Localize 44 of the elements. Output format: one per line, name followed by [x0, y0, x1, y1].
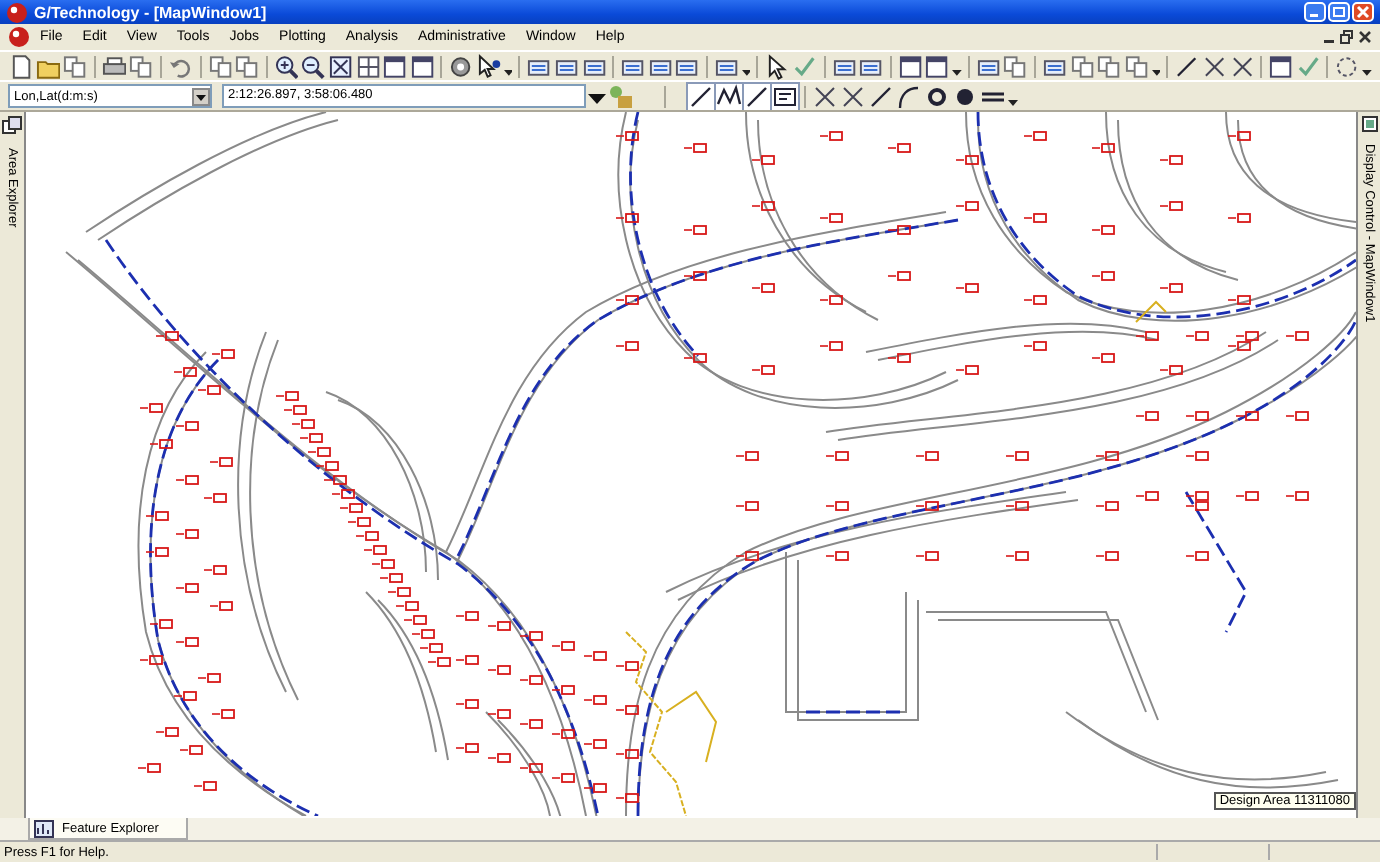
- pointer-icon[interactable]: [475, 53, 502, 79]
- window-icon[interactable]: [1268, 53, 1294, 79]
- dot-icon[interactable]: [952, 83, 978, 109]
- app-logo-icon: [6, 1, 28, 23]
- line-icon[interactable]: [688, 83, 714, 109]
- grid-icon[interactable]: [355, 53, 381, 79]
- window-icon[interactable]: [924, 53, 951, 79]
- minimize-icon[interactable]: [1304, 2, 1326, 22]
- zoom-out-icon[interactable]: [300, 53, 326, 79]
- line-icon[interactable]: [744, 83, 770, 109]
- polyline-icon[interactable]: [716, 83, 742, 109]
- window-icon[interactable]: [382, 53, 408, 79]
- window-title: G/Technology - [MapWindow1]: [34, 3, 267, 21]
- dashed-circle-icon[interactable]: [1334, 53, 1360, 79]
- text-box-icon[interactable]: [772, 83, 798, 109]
- copy-icon[interactable]: [62, 53, 88, 79]
- copy-icon[interactable]: [128, 53, 155, 79]
- close-icon[interactable]: [1358, 30, 1372, 44]
- cross-icon[interactable]: [812, 83, 838, 109]
- copy-icon[interactable]: [1069, 53, 1095, 79]
- line-icon[interactable]: [1174, 53, 1200, 79]
- copy-icon[interactable]: [1123, 53, 1149, 79]
- copy-icon[interactable]: [234, 53, 260, 79]
- ring-icon[interactable]: [924, 83, 950, 109]
- printer-icon[interactable]: [101, 53, 127, 79]
- cross-icon[interactable]: [1201, 53, 1228, 79]
- window-icon[interactable]: [897, 53, 923, 79]
- maximize-icon[interactable]: [1328, 2, 1350, 22]
- copy-icon[interactable]: [1002, 53, 1029, 79]
- arc-icon[interactable]: [896, 83, 922, 109]
- checkmark-icon[interactable]: [1295, 53, 1321, 79]
- checkmark-icon[interactable]: [792, 53, 818, 79]
- restore-icon[interactable]: [1340, 30, 1354, 44]
- copy-icon[interactable]: [1096, 53, 1122, 79]
- chart-icon: [34, 819, 54, 837]
- cross-icon[interactable]: [840, 83, 866, 109]
- zoom-in-icon[interactable]: [273, 53, 299, 79]
- line-icon[interactable]: [868, 83, 894, 109]
- arrow-pointer-icon[interactable]: [764, 53, 791, 79]
- copy-icon[interactable]: [207, 53, 233, 79]
- new-page-icon[interactable]: [8, 53, 34, 79]
- window-icon[interactable]: [409, 53, 435, 79]
- cross-icon[interactable]: [1229, 53, 1255, 79]
- zoom-extents-icon[interactable]: [327, 53, 354, 79]
